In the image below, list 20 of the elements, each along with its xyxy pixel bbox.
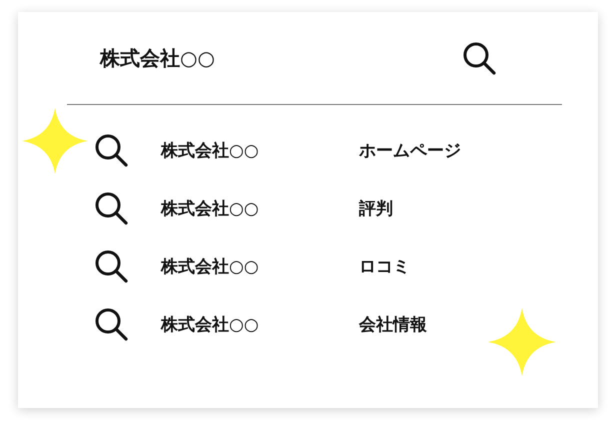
company-name: 株式会社○○ bbox=[161, 198, 260, 220]
search-icon bbox=[94, 249, 128, 283]
company-name: 株式会社○○ bbox=[161, 140, 260, 162]
keyword: 会社情報 bbox=[359, 314, 427, 336]
keyword: 評判 bbox=[359, 198, 393, 220]
search-icon bbox=[94, 191, 128, 225]
keyword: ホームページ bbox=[359, 140, 461, 162]
sparkle-icon bbox=[22, 108, 88, 174]
keyword: ロコミ bbox=[359, 256, 410, 278]
company-name: 株式会社○○ bbox=[161, 256, 260, 278]
suggestion-item[interactable]: 株式会社○○ ホームページ bbox=[94, 133, 461, 167]
search-icon bbox=[94, 133, 128, 167]
sparkle-icon bbox=[488, 308, 556, 376]
suggestion-item[interactable]: 株式会社○○ 評判 bbox=[94, 191, 393, 225]
search-icon[interactable] bbox=[462, 41, 496, 75]
suggestion-item[interactable]: 株式会社○○ 会社情報 bbox=[94, 307, 427, 341]
search-field[interactable]: 株式会社○○ bbox=[100, 44, 215, 72]
company-name: 株式会社○○ bbox=[161, 314, 260, 336]
suggestion-item[interactable]: 株式会社○○ ロコミ bbox=[94, 249, 410, 283]
search-icon bbox=[94, 307, 128, 341]
